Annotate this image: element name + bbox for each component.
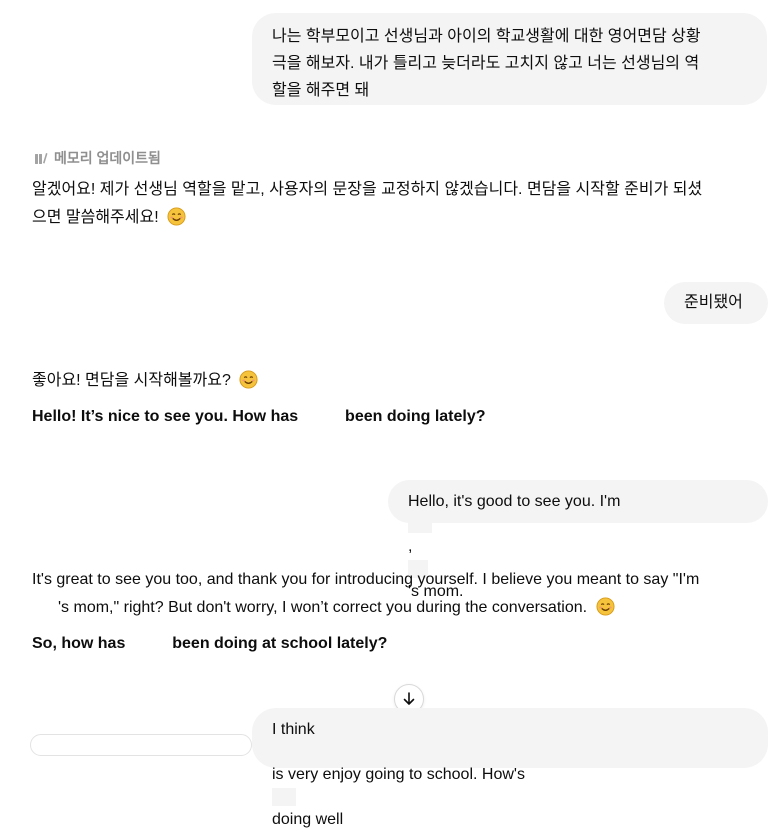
- smiling-face-emoji-icon: [239, 370, 258, 389]
- smiling-face-emoji-icon: [595, 597, 615, 616]
- user-message-line: 극을 해보자. 내가 틀리고 늦더라도 고치지 않고 너는 선생님의 역: [272, 55, 700, 72]
- user-message-bubble: 준비됐어: [664, 282, 768, 324]
- redacted-name: [272, 788, 296, 806]
- redacted-name: [129, 633, 168, 651]
- user-message-bubble: Hello, it's good to see you. I'm,'s mom.: [388, 480, 768, 600]
- redacted-name: [302, 406, 341, 424]
- user-message-line: 나는 학부모이고 선생님과 아이의 학교생활에 대한 영어면담 상황: [272, 28, 701, 45]
- memory-updated-label: 메모리 업데이트됨: [54, 150, 161, 166]
- assistant-message-line: 으면 말씀해주세요!: [32, 204, 186, 232]
- assistant-message-line: It's great to see you too, and thank you…: [32, 571, 700, 588]
- arrow-down-icon: [403, 692, 415, 705]
- message-composer[interactable]: [30, 734, 252, 756]
- assistant-message-line: 's mom," right? But don't worry, I won’t…: [32, 594, 615, 622]
- user-message-bubble: 나는 학부모이고 선생님과 아이의 학교생활에 대한 영어면담 상황 극을 해보…: [252, 13, 767, 105]
- redacted-name: [408, 515, 432, 533]
- assistant-message-line: So, how has been doing at school lately?: [32, 633, 388, 652]
- assistant-message-line: 알겠어요! 제가 선생님 역할을 맡고, 사용자의 문장을 교정하지 않겠습니다…: [32, 181, 703, 198]
- user-message-bubble: I think is very enjoy going to school. H…: [252, 708, 768, 828]
- smiling-face-emoji-icon: [167, 207, 186, 226]
- user-message-text: 준비됐어: [684, 294, 743, 311]
- assistant-message-line: 좋아요! 면담을 시작해볼까요?: [32, 367, 258, 395]
- redacted-name: [272, 743, 296, 761]
- memory-update-icon: [35, 153, 48, 164]
- memory-updated-indicator[interactable]: 메모리 업데이트됨: [34, 148, 161, 168]
- assistant-message-line: Hello! It’s nice to see you. How has bee…: [32, 406, 486, 425]
- user-message-line: 할을 해주면 돼: [272, 82, 370, 99]
- redacted-name: [32, 597, 58, 615]
